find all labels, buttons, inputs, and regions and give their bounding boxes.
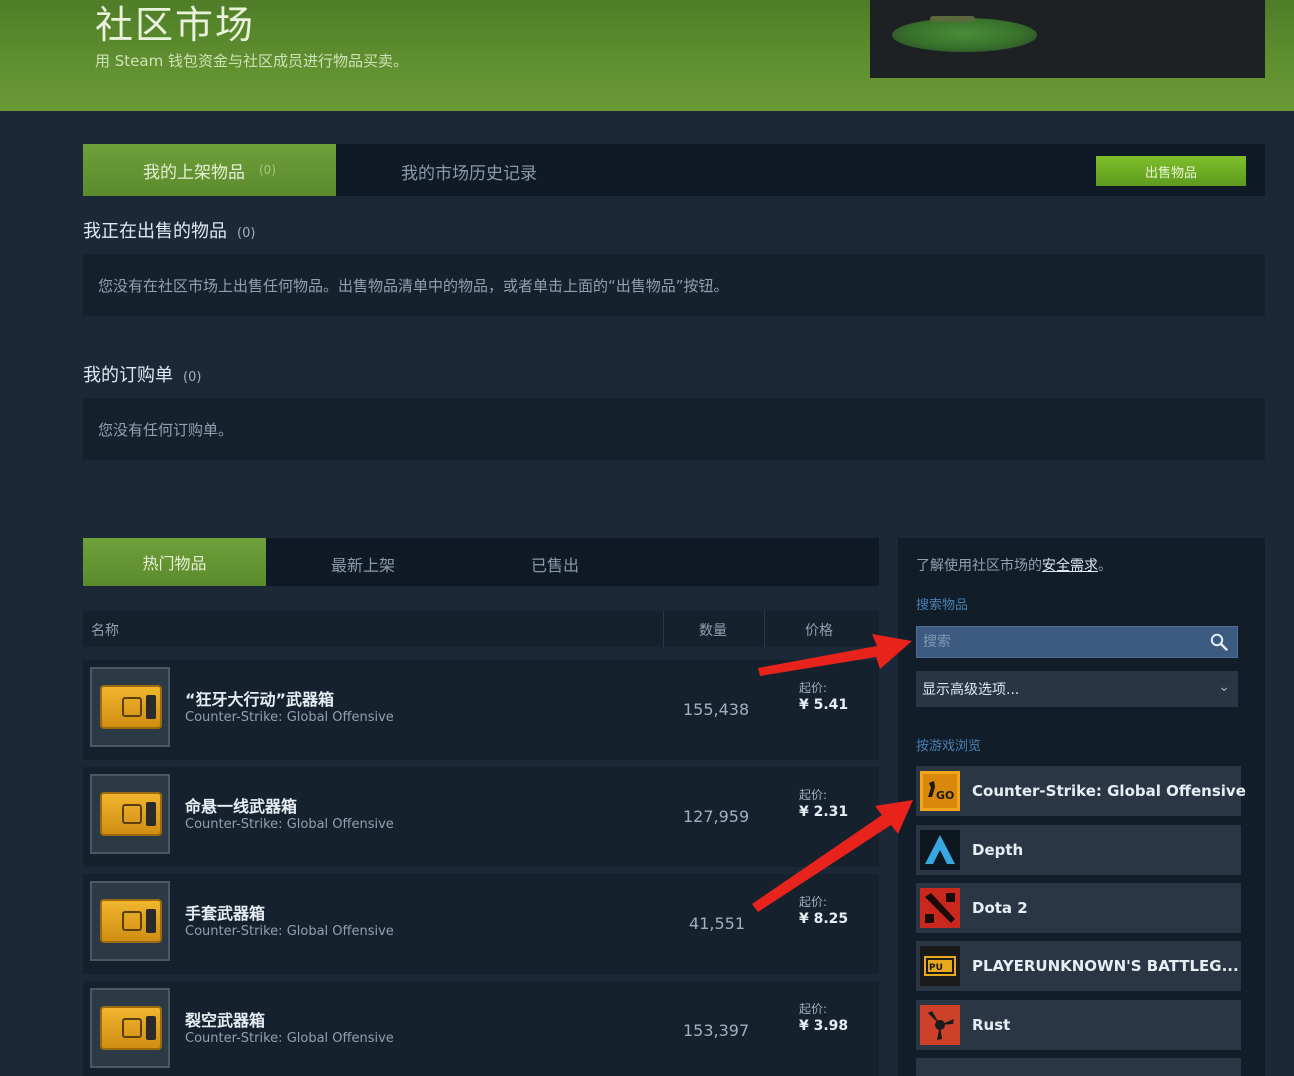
search-items-label: 搜索物品 (916, 598, 969, 613)
item-name[interactable]: 裂空武器箱 (185, 1007, 265, 1031)
selling-empty-notice: 您没有在社区市场上出售任何物品。出售物品清单中的物品，或者单击上面的“出售物品”… (83, 254, 1265, 316)
orders-title-text: 我的订购单 (83, 365, 173, 386)
game-name: Depth (972, 841, 1024, 859)
sell-item-button[interactable]: 出售物品 (1096, 156, 1246, 186)
game-name: Counter-Strike: Global Offensive (972, 782, 1246, 800)
price-prefix: 起价: (799, 895, 828, 909)
safety-notice: 了解使用社区市场的安全需求。 (916, 555, 1112, 575)
game-name: Dota 2 (972, 899, 1028, 917)
item-quantity: 155,438 (683, 700, 750, 719)
column-name[interactable]: 名称 (91, 620, 119, 640)
price-value: ¥ 8.25 (799, 911, 849, 927)
safety-end: 。 (1098, 558, 1112, 574)
game-item-rust[interactable]: Rust (916, 1000, 1241, 1050)
selling-section-title: 我正在出售的物品 (0) (83, 217, 255, 243)
game-item-more[interactable] (916, 1058, 1241, 1076)
game-item-depth[interactable]: Depth (916, 825, 1241, 875)
price-value: ¥ 5.41 (799, 697, 849, 713)
page-title: 社区市场 (95, 3, 256, 47)
tab-my-listings-count: (0) (259, 163, 276, 177)
tab-popular[interactable]: 热门物品 (83, 538, 266, 586)
header-banner-image (870, 0, 1265, 78)
item-game: Counter-Strike: Global Offensive (185, 1031, 394, 1046)
orders-section-title: 我的订购单 (0) (83, 361, 201, 387)
item-name[interactable]: 手套武器箱 (185, 900, 265, 924)
weapon-case-icon (100, 899, 162, 943)
depth-icon (920, 830, 960, 870)
rust-icon (920, 1005, 960, 1045)
table-row[interactable]: 裂空武器箱 Counter-Strike: Global Offensive 1… (83, 981, 879, 1076)
table-row[interactable]: “狂牙大行动”武器箱 Counter-Strike: Global Offens… (83, 660, 879, 760)
price-value: ¥ 2.31 (799, 804, 849, 820)
column-price[interactable]: 价格 (805, 620, 833, 640)
tab-my-listings-label: 我的上架物品 (143, 162, 245, 183)
orders-count: (0) (183, 370, 202, 385)
item-game: Counter-Strike: Global Offensive (185, 710, 394, 725)
item-game: Counter-Strike: Global Offensive (185, 817, 394, 832)
weapon-case-icon (100, 1006, 162, 1050)
listings-table-header: 名称 数量 价格 (83, 611, 879, 647)
item-thumbnail (90, 774, 170, 854)
price-prefix: 起价: (799, 681, 828, 695)
price-prefix: 起价: (799, 788, 828, 802)
game-item-pubg[interactable]: PU PLAYERUNKNOWN'S BATTLEG... (916, 941, 1241, 991)
listings-tab-bar: 我的上架物品 (0) 我的市场历史记录 出售物品 (83, 144, 1265, 196)
item-thumbnail (90, 988, 170, 1068)
safety-link[interactable]: 安全需求 (1042, 558, 1098, 574)
item-thumbnail (90, 667, 170, 747)
browse-by-game-label: 按游戏浏览 (916, 739, 982, 754)
svg-text:PU: PU (929, 963, 943, 973)
item-price: 起价: ¥ 5.41 (799, 680, 848, 714)
item-price: 起价: ¥ 2.31 (799, 787, 848, 821)
search-icon[interactable] (1210, 633, 1228, 651)
search-input[interactable] (916, 626, 1238, 658)
game-item-dota2[interactable]: Dota 2 (916, 883, 1241, 933)
column-quantity[interactable]: 数量 (699, 620, 727, 640)
item-price: 起价: ¥ 3.98 (799, 1001, 848, 1035)
weapon-case-icon (100, 685, 162, 729)
market-header: 社区市场 用 Steam 钱包资金与社区成员进行物品买卖。 (0, 0, 1294, 111)
double-chevron-down-icon: ⌄ (1218, 679, 1230, 695)
selling-title-text: 我正在出售的物品 (83, 221, 227, 242)
item-name[interactable]: 命悬一线武器箱 (185, 793, 297, 817)
item-price: 起价: ¥ 8.25 (799, 894, 848, 928)
orders-empty-notice: 您没有任何订购单。 (83, 398, 1265, 460)
banner-artwork (892, 18, 1037, 52)
game-item-csgo[interactable]: GO Counter-Strike: Global Offensive (916, 766, 1246, 816)
pubg-icon: PU (920, 946, 960, 986)
csgo-icon: GO (920, 771, 960, 811)
item-game: Counter-Strike: Global Offensive (185, 924, 394, 939)
advanced-options-toggle[interactable]: 显示高级选项... ⌄ (916, 671, 1238, 707)
tab-recently-sold[interactable]: 已售出 (531, 552, 579, 576)
page-subtitle: 用 Steam 钱包资金与社区成员进行物品买卖。 (95, 52, 408, 70)
price-prefix: 起价: (799, 1002, 828, 1016)
tab-newly-listed[interactable]: 最新上架 (331, 552, 395, 576)
banner-artwork-detail (930, 16, 975, 22)
item-name[interactable]: “狂牙大行动”武器箱 (185, 686, 334, 710)
market-sidebar: 了解使用社区市场的安全需求。 搜索物品 显示高级选项... ⌄ 按游戏浏览 GO… (898, 538, 1265, 1076)
item-quantity: 153,397 (683, 1021, 750, 1040)
table-row[interactable]: 手套武器箱 Counter-Strike: Global Offensive 4… (83, 874, 879, 974)
table-row[interactable]: 命悬一线武器箱 Counter-Strike: Global Offensive… (83, 767, 879, 867)
item-thumbnail (90, 881, 170, 961)
selling-count: (0) (237, 226, 256, 241)
game-name: PLAYERUNKNOWN'S BATTLEG... (972, 957, 1239, 975)
item-quantity: 41,551 (689, 914, 745, 933)
column-divider (764, 611, 765, 647)
column-divider (663, 611, 664, 647)
svg-text:GO: GO (936, 789, 954, 802)
price-value: ¥ 3.98 (799, 1018, 849, 1034)
weapon-case-icon (100, 792, 162, 836)
item-quantity: 127,959 (683, 807, 750, 826)
advanced-options-label: 显示高级选项... (922, 682, 1020, 698)
dota2-icon (920, 888, 960, 928)
tab-market-history[interactable]: 我的市场历史记录 (401, 159, 537, 184)
safety-text: 了解使用社区市场的 (916, 558, 1042, 574)
popular-tab-bar: 热门物品 最新上架 已售出 (83, 538, 879, 586)
game-name: Rust (972, 1016, 1011, 1034)
tab-my-listings[interactable]: 我的上架物品 (0) (83, 144, 336, 196)
